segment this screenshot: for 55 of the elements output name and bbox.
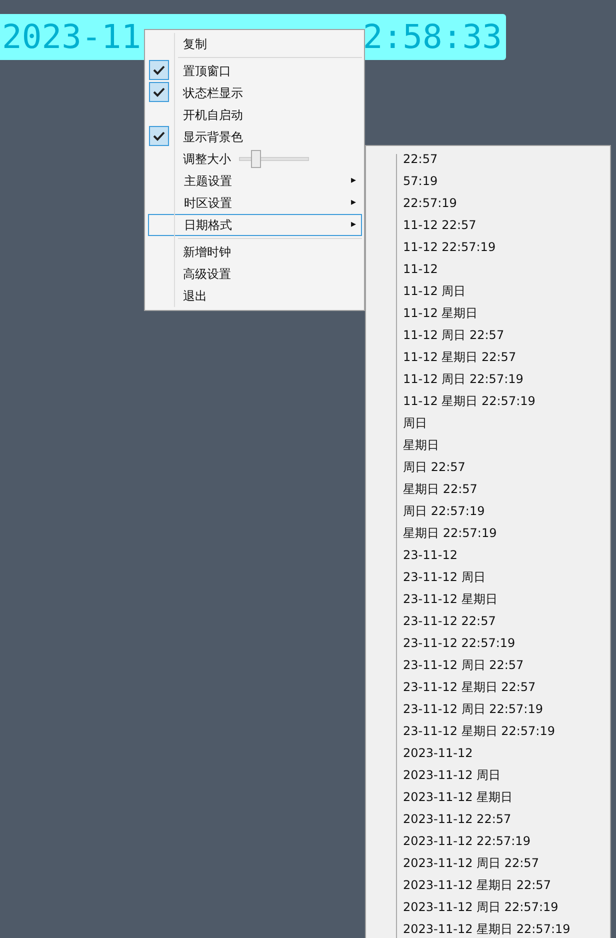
size-slider[interactable]	[239, 150, 309, 168]
checkmark-icon[interactable]	[149, 60, 169, 80]
menu-item[interactable]: 23-11-12 22:57:19	[369, 632, 607, 654]
menu-item[interactable]: 2023-11-12 周日	[369, 764, 607, 786]
menu-item[interactable]: 周日 22:57	[369, 456, 607, 478]
menu-item[interactable]: 2023-11-12 星期日 22:57:19	[369, 918, 607, 938]
menu-item[interactable]: 2023-11-12 周日 22:57	[369, 852, 607, 874]
menu-item[interactable]: 22:57:19	[369, 192, 607, 214]
submenu-item[interactable]: 主题设置 ▸	[148, 170, 362, 192]
menu-item[interactable]: 23-11-12 星期日 22:57	[369, 676, 607, 698]
clock-date: 2023-11	[2, 16, 142, 58]
menu-item[interactable]: 11-12 22:57	[369, 214, 607, 236]
menu-item[interactable]: 23-11-12 周日 22:57	[369, 654, 607, 676]
submenu-item[interactable]: 时区设置 ▸	[148, 192, 362, 214]
menu-item[interactable]: 11-12 星期日	[369, 302, 607, 324]
clock-time: 2:58:33	[362, 16, 502, 58]
menu-item[interactable]: 2023-11-12 22:57:19	[369, 830, 607, 852]
menu-item[interactable]: 11-12 周日 22:57:19	[369, 368, 607, 390]
menu-item[interactable]: 星期日	[369, 434, 607, 456]
menu-item[interactable]: 开机自启动	[148, 104, 362, 126]
menu-item[interactable]: 23-11-12 星期日	[369, 588, 607, 610]
menu-item[interactable]: 星期日 22:57:19	[369, 522, 607, 544]
menu-item[interactable]: 11-12 周日 22:57	[369, 324, 607, 346]
menu-item[interactable]: 2023-11-12 周日 22:57:19	[369, 896, 607, 918]
menu-item[interactable]: 高级设置	[148, 263, 362, 285]
menu-item[interactable]: 2023-11-12	[369, 742, 607, 764]
menu-item[interactable]: 57:19	[369, 170, 607, 192]
menu-item[interactable]: 23-11-12 22:57	[369, 610, 607, 632]
menu-item[interactable]: 11-12 周日	[369, 280, 607, 302]
menu-item[interactable]: 退出	[148, 285, 362, 307]
menu-item[interactable]: 22:57	[369, 148, 607, 170]
menu-item[interactable]: 新增时钟	[148, 241, 362, 263]
menu-item[interactable]: 星期日 22:57	[369, 478, 607, 500]
menu-item[interactable]: 2023-11-12 星期日 22:57	[369, 874, 607, 896]
menu-item[interactable]: 11-12	[369, 258, 607, 280]
menu-item[interactable]: 23-11-12 星期日 22:57:19	[369, 720, 607, 742]
menu-item[interactable]: 2023-11-12 星期日	[369, 786, 607, 808]
menu-item-label: 调整大小	[183, 151, 231, 168]
checkmark-icon[interactable]	[149, 82, 169, 102]
menu-item[interactable]: 23-11-12 周日	[369, 566, 607, 588]
menu-item[interactable]: 11-12 星期日 22:57	[369, 346, 607, 368]
menu-item[interactable]: 周日	[369, 412, 607, 434]
menu-item[interactable]: 显示背景色	[148, 126, 362, 148]
slider-thumb[interactable]	[251, 150, 262, 168]
checkmark-icon[interactable]	[149, 126, 169, 146]
menu-item[interactable]: 11-12 22:57:19	[369, 236, 607, 258]
menu-item[interactable]: 23-11-12	[369, 544, 607, 566]
submenu-item[interactable]: 日期格式 ▸	[148, 214, 362, 236]
menu-item[interactable]: 2023-11-12 22:57	[369, 808, 607, 830]
menu-item[interactable]: 置顶窗口	[148, 60, 362, 82]
menu-item[interactable]: 11-12 星期日 22:57:19	[369, 390, 607, 412]
menu-item[interactable]: 23-11-12 周日 22:57:19	[369, 698, 607, 720]
menu-item[interactable]: 复制	[148, 33, 362, 55]
menu-item[interactable]: 周日 22:57:19	[369, 500, 607, 522]
menu-item[interactable]: 状态栏显示	[148, 82, 362, 104]
